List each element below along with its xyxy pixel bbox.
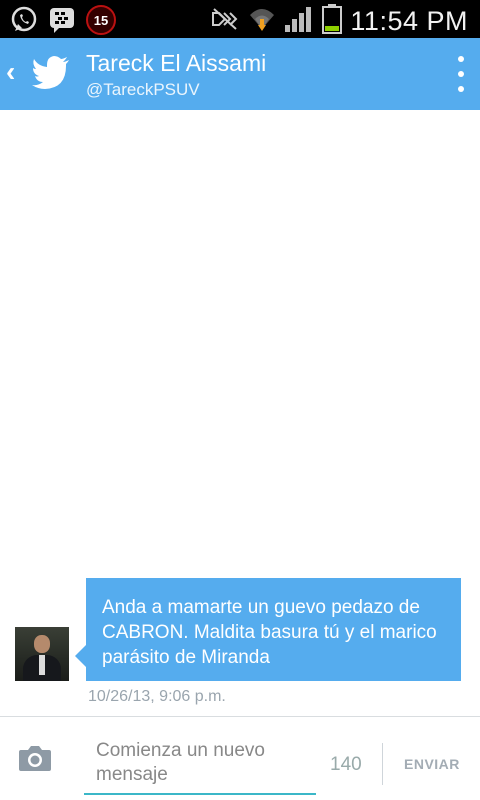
contact-name: Tareck El Aissami — [86, 50, 267, 76]
message-input-placeholder: Comienza un nuevo mensaje — [96, 740, 265, 785]
message-input[interactable]: Comienza un nuevo mensaje — [84, 735, 316, 795]
composer-separator — [382, 743, 383, 785]
whatsapp-icon — [10, 6, 38, 34]
battery-icon — [322, 4, 343, 39]
contact-handle: @TareckPSUV — [86, 80, 200, 99]
signal-icon — [284, 5, 314, 38]
back-chevron-icon[interactable]: ‹ — [6, 58, 15, 86]
sender-avatar[interactable] — [15, 627, 69, 681]
wifi-icon — [248, 5, 276, 38]
message-bubble[interactable]: Anda a mamarte un guevo pedazo de CABRON… — [86, 578, 461, 681]
mute-icon — [210, 7, 240, 36]
status-left-icons: 15 — [10, 5, 116, 35]
overflow-menu-icon[interactable] — [456, 56, 466, 92]
status-time: 11:54 PM — [350, 6, 468, 36]
message-bubble-tail — [75, 645, 86, 667]
camera-icon[interactable] — [18, 744, 52, 772]
conversation-header: ‹ Tareck El Aissami @TareckPSUV — [0, 38, 480, 110]
status-right-icons: 11:54 PM — [210, 4, 468, 39]
status-bar: 15 11:54 PM — [0, 0, 480, 38]
bbm-icon — [48, 6, 76, 34]
composer-divider — [0, 716, 480, 717]
character-count: 140 — [330, 754, 362, 775]
send-button[interactable]: ENVIAR — [404, 756, 460, 772]
twitter-bird-icon[interactable] — [32, 56, 70, 90]
message-text: Anda a mamarte un guevo pedazo de CABRON… — [102, 597, 437, 668]
notification-badge: 15 — [86, 5, 116, 35]
message-timestamp: 10/26/13, 9:06 p.m. — [88, 688, 226, 705]
